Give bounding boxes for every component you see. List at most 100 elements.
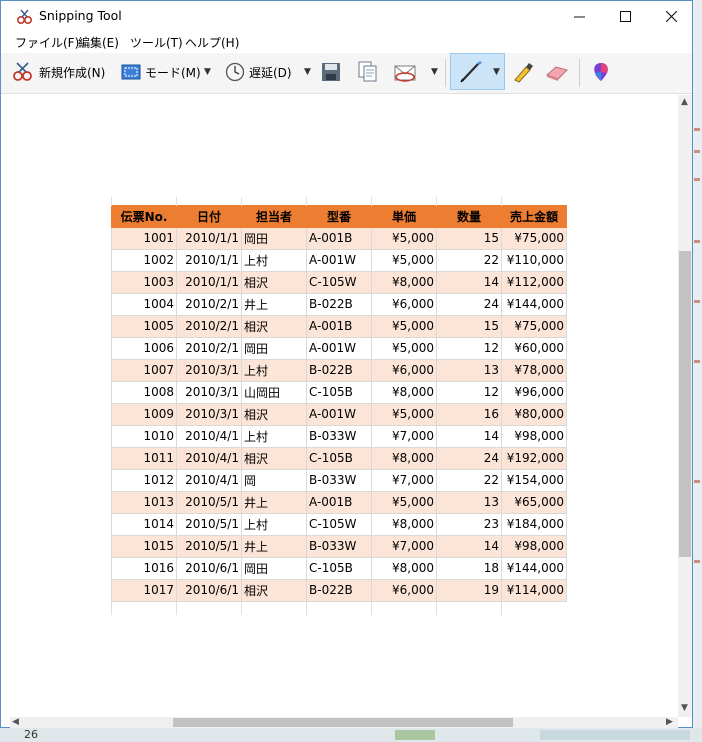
horizontal-scrollbar[interactable]: ◀ ▶ [10, 717, 678, 728]
table-row: 1004 2010/2/1 井上 B-022B ¥6,000 24 ¥144,000 [111, 292, 567, 316]
snipping-tool-window: Snipping Tool ファイル(F) 編集(E) ツール(T) ヘルプ(H… [0, 0, 693, 728]
table-cell: 16 [436, 402, 502, 426]
table-cell: ¥5,000 [371, 336, 437, 360]
new-snip-button[interactable]: 新規作成(N) [11, 53, 105, 91]
eraser-button[interactable] [544, 53, 570, 91]
send-snip-button[interactable] [393, 53, 419, 91]
scissors-icon [16, 9, 33, 25]
table-cell: 1015 [111, 534, 177, 558]
delay-button[interactable]: 遅延(D) [225, 53, 292, 91]
mode-dropdown[interactable]: ▼ [204, 53, 211, 91]
table-cell: ¥75,000 [501, 226, 567, 250]
table-cell: 1003 [111, 270, 177, 294]
scroll-up-icon[interactable]: ▲ [681, 97, 688, 107]
mode-button[interactable]: モード(M) [121, 53, 201, 91]
table-cell: ¥112,000 [501, 270, 567, 294]
toolbar: 新規作成(N) モード(M) ▼ 遅延(D) ▼ ▼ ▼ [1, 53, 692, 94]
rectangle-snip-icon [121, 64, 141, 80]
scroll-right-icon[interactable]: ▶ [666, 717, 673, 727]
table-cell: 上村 [241, 358, 307, 382]
horizontal-scroll-thumb[interactable] [173, 718, 513, 727]
table-cell: 相沢 [241, 314, 307, 338]
table-cell: 2010/1/1 [176, 270, 242, 294]
pen-tool[interactable] [458, 53, 484, 91]
table-cell: 井上 [241, 292, 307, 316]
menu-file[interactable]: ファイル(F) [15, 34, 79, 51]
table-cell: 1004 [111, 292, 177, 316]
table-row: 1002 2010/1/1 上村 A-001W ¥5,000 22 ¥110,000 [111, 248, 567, 272]
table-row: 1014 2010/5/1 上村 C-105W ¥8,000 23 ¥184,000 [111, 512, 567, 536]
table-cell: 15 [436, 226, 502, 250]
table-cell: C-105B [306, 380, 372, 404]
table-cell: 24 [436, 292, 502, 316]
table-cell: ¥98,000 [501, 424, 567, 448]
highlighter-button[interactable] [510, 53, 534, 91]
table-cell: ¥96,000 [501, 380, 567, 404]
table-cell: ¥110,000 [501, 248, 567, 272]
table-row: 1005 2010/2/1 相沢 A-001B ¥5,000 15 ¥75,000 [111, 314, 567, 338]
desktop-taskbar-edge: 26 [0, 728, 702, 742]
table-cell: 山岡田 [241, 380, 307, 404]
close-button[interactable] [648, 1, 694, 31]
table-cell: C-105W [306, 270, 372, 294]
table-cell: 2010/4/1 [176, 468, 242, 492]
paint3d-button[interactable] [591, 53, 611, 91]
table-cell: 1013 [111, 490, 177, 514]
table-cell: ¥5,000 [371, 314, 437, 338]
menu-tools[interactable]: ツール(T) [130, 34, 183, 51]
table-cell: 2010/5/1 [176, 534, 242, 558]
table-cell: 2010/1/1 [176, 248, 242, 272]
table-cell: ¥114,000 [501, 578, 567, 602]
menu-help[interactable]: ヘルプ(H) [185, 34, 239, 51]
table-cell: 2010/3/1 [176, 402, 242, 426]
table-cell: ¥8,000 [371, 556, 437, 580]
delay-dropdown[interactable]: ▼ [304, 53, 311, 91]
table-cell: A-001B [306, 314, 372, 338]
vertical-scroll-thumb[interactable] [679, 251, 691, 557]
table-cell: 22 [436, 468, 502, 492]
table-cell: ¥5,000 [371, 226, 437, 250]
maximize-icon [619, 10, 631, 22]
table-cell: 1011 [111, 446, 177, 470]
desktop-background [692, 0, 702, 742]
table-cell: C-105B [306, 446, 372, 470]
table-cell: ¥5,000 [371, 490, 437, 514]
table-cell: 2010/5/1 [176, 512, 242, 536]
table-cell: ¥184,000 [501, 512, 567, 536]
delay-label: 遅延(D) [249, 65, 292, 80]
table-cell: 2010/2/1 [176, 336, 242, 360]
table-cell: ¥8,000 [371, 270, 437, 294]
vertical-scrollbar[interactable]: ▲ ▼ [678, 95, 692, 717]
sales-table: 伝票No. 日付 担当者 型番 単価 数量 売上金額 1001 2010/1/1 岡… [111, 197, 567, 615]
column-header: 数量 [436, 204, 502, 228]
table-cell: 14 [436, 534, 502, 558]
table-cell: A-001B [306, 490, 372, 514]
table-cell: 1009 [111, 402, 177, 426]
chevron-down-icon: ▼ [204, 67, 211, 77]
table-cell: 相沢 [241, 446, 307, 470]
title-bar[interactable]: Snipping Tool [1, 1, 692, 31]
pen-icon [460, 60, 482, 83]
scroll-left-icon[interactable]: ◀ [12, 717, 19, 727]
toolbar-separator [579, 59, 580, 87]
table-cell: 1007 [111, 358, 177, 382]
table-cell: 13 [436, 490, 502, 514]
table-cell: 24 [436, 446, 502, 470]
menu-edit[interactable]: 編集(E) [78, 34, 119, 51]
maximize-button[interactable] [602, 1, 648, 31]
save-button[interactable] [321, 53, 341, 91]
copy-button[interactable] [357, 53, 379, 91]
table-cell: ¥7,000 [371, 534, 437, 558]
minimize-button[interactable] [556, 1, 602, 31]
table-cell: 2010/6/1 [176, 578, 242, 602]
scroll-down-icon[interactable]: ▼ [681, 703, 688, 713]
paint3d-icon [594, 63, 608, 81]
table-cell: 井上 [241, 534, 307, 558]
send-dropdown[interactable]: ▼ [431, 53, 438, 91]
pen-dropdown[interactable]: ▼ [493, 53, 500, 91]
table-cell: 2010/5/1 [176, 490, 242, 514]
table-cell: 14 [436, 270, 502, 294]
mode-label: モード(M) [145, 65, 201, 80]
table-cell: ¥75,000 [501, 314, 567, 338]
table-cell: ¥6,000 [371, 292, 437, 316]
